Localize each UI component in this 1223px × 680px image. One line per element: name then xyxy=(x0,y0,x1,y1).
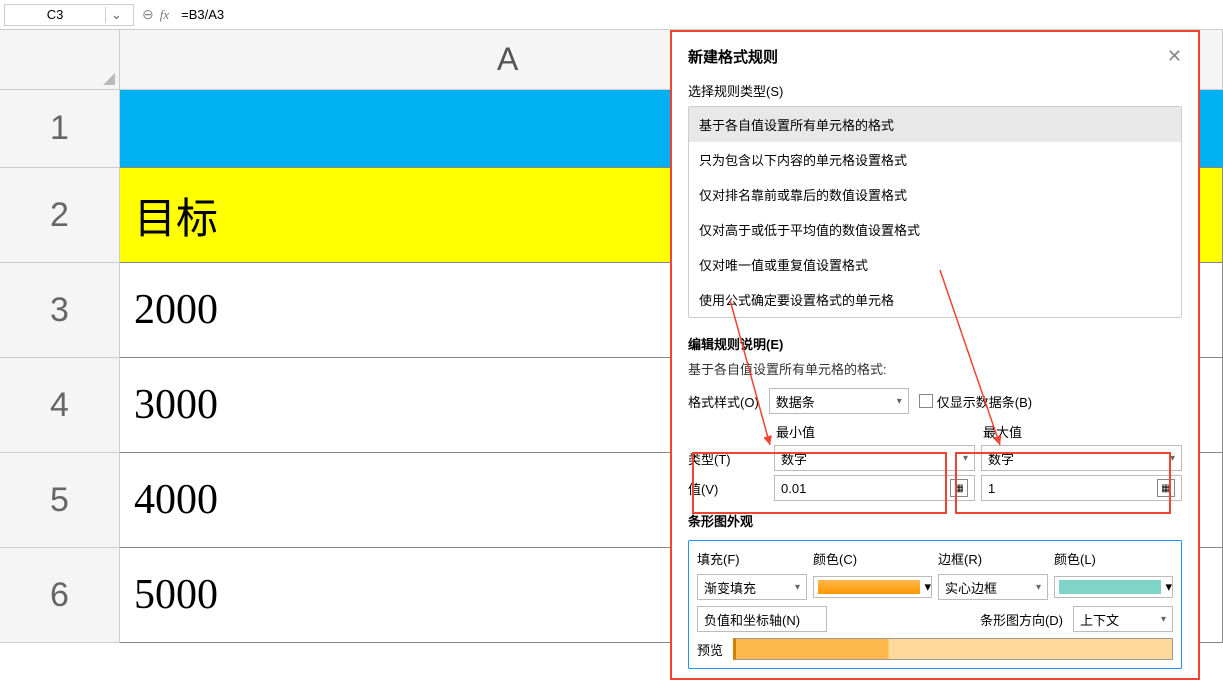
fill-color-select[interactable]: ▾ xyxy=(813,576,932,598)
rule-type-item[interactable]: 仅对排名靠前或靠后的数值设置格式 xyxy=(689,177,1181,212)
color2-label: 颜色(L) xyxy=(1054,549,1173,568)
chevron-down-icon: ▾ xyxy=(1036,582,1041,593)
rule-type-item[interactable]: 只为包含以下内容的单元格设置格式 xyxy=(689,142,1181,177)
color-label: 颜色(C) xyxy=(813,549,932,568)
cancel-icon[interactable]: ⊖ xyxy=(142,6,154,23)
row-header-2[interactable]: 2 xyxy=(0,168,120,263)
formula-input[interactable] xyxy=(177,7,1219,22)
row-header-3[interactable]: 3 xyxy=(0,263,120,358)
fx-icon[interactable]: fx xyxy=(160,7,169,23)
border-label: 边框(R) xyxy=(938,549,1048,568)
chevron-down-icon: ▾ xyxy=(1170,453,1175,464)
value-label: 值(V) xyxy=(688,479,768,498)
select-all-corner[interactable] xyxy=(0,30,120,90)
preview-label: 预览 xyxy=(697,640,723,659)
rule-type-item[interactable]: 仅对高于或低于平均值的数值设置格式 xyxy=(689,212,1181,247)
name-box-dropdown[interactable]: ⌄ xyxy=(105,7,127,23)
min-value-input[interactable]: 0.01▦ xyxy=(774,475,975,501)
chevron-down-icon: ▾ xyxy=(1161,614,1166,625)
min-header: 最小值 xyxy=(774,422,975,441)
range-select-icon[interactable]: ▦ xyxy=(1157,479,1175,497)
rule-type-item[interactable]: 仅对唯一值或重复值设置格式 xyxy=(689,247,1181,282)
fill-label: 填充(F) xyxy=(697,549,807,568)
chevron-down-icon: ▾ xyxy=(897,396,902,407)
edit-rule-desc-label: 编辑规则说明(E) xyxy=(688,334,1182,353)
fill-type-select[interactable]: 渐变填充▾ xyxy=(697,574,807,600)
bar-preview xyxy=(733,638,1173,660)
chevron-down-icon: ▾ xyxy=(795,582,800,593)
close-icon[interactable]: ✕ xyxy=(1167,46,1182,67)
bar-appearance-panel: 填充(F) 颜色(C) 边框(R) 颜色(L) 渐变填充▾ ▾ 实心边框▾ ▾ … xyxy=(688,540,1182,669)
min-max-grid: 最小值 最大值 类型(T) 数字▾ 数字▾ 值(V) 0.01▦ 1▦ xyxy=(688,422,1182,501)
bar-direction-select[interactable]: 上下文▾ xyxy=(1073,606,1173,632)
checkbox-icon xyxy=(919,394,933,408)
row-header-4[interactable]: 4 xyxy=(0,358,120,453)
new-format-rule-dialog: 新建格式规则 ✕ 选择规则类型(S) 基于各自值设置所有单元格的格式 只为包含以… xyxy=(670,30,1200,680)
format-style-label: 格式样式(O) xyxy=(688,392,759,411)
chevron-down-icon: ▾ xyxy=(924,579,931,595)
name-box[interactable] xyxy=(5,7,105,22)
bar-appearance-label: 条形图外观 xyxy=(688,511,1182,530)
rule-desc-text: 基于各自值设置所有单元格的格式: xyxy=(688,359,1182,378)
border-color-select[interactable]: ▾ xyxy=(1054,576,1173,598)
select-rule-type-label: 选择规则类型(S) xyxy=(688,81,1182,100)
row-header-5[interactable]: 5 xyxy=(0,453,120,548)
type-label: 类型(T) xyxy=(688,449,768,468)
show-bar-only-checkbox[interactable]: 仅显示数据条(B) xyxy=(919,392,1032,411)
border-type-select[interactable]: 实心边框▾ xyxy=(938,574,1048,600)
formula-bar-icons: ⊖ fx xyxy=(142,6,169,23)
negative-axis-button[interactable]: 负值和坐标轴(N) xyxy=(697,606,827,632)
chevron-down-icon: ▾ xyxy=(963,453,968,464)
rule-type-item[interactable]: 基于各自值设置所有单元格的格式 xyxy=(689,107,1181,142)
max-header: 最大值 xyxy=(981,422,1182,441)
rule-type-list: 基于各自值设置所有单元格的格式 只为包含以下内容的单元格设置格式 仅对排名靠前或… xyxy=(688,106,1182,318)
min-type-select[interactable]: 数字▾ xyxy=(774,445,975,471)
formula-bar: ⌄ ⊖ fx xyxy=(0,0,1223,30)
name-box-wrap: ⌄ xyxy=(4,4,134,26)
range-select-icon[interactable]: ▦ xyxy=(950,479,968,497)
row-header-6[interactable]: 6 xyxy=(0,548,120,643)
edit-rule-desc-section: 编辑规则说明(E) 基于各自值设置所有单元格的格式: 格式样式(O) 数据条▾ … xyxy=(688,334,1182,669)
bar-direction-label: 条形图方向(D) xyxy=(980,610,1063,629)
chevron-down-icon: ▾ xyxy=(1165,579,1172,595)
max-value-input[interactable]: 1▦ xyxy=(981,475,1182,501)
row-header-1[interactable]: 1 xyxy=(0,90,120,168)
rule-type-item[interactable]: 使用公式确定要设置格式的单元格 xyxy=(689,282,1181,317)
max-type-select[interactable]: 数字▾ xyxy=(981,445,1182,471)
format-style-select[interactable]: 数据条▾ xyxy=(769,388,909,414)
dialog-title-bar: 新建格式规则 ✕ xyxy=(688,46,1182,67)
dialog-title: 新建格式规则 xyxy=(688,46,778,67)
